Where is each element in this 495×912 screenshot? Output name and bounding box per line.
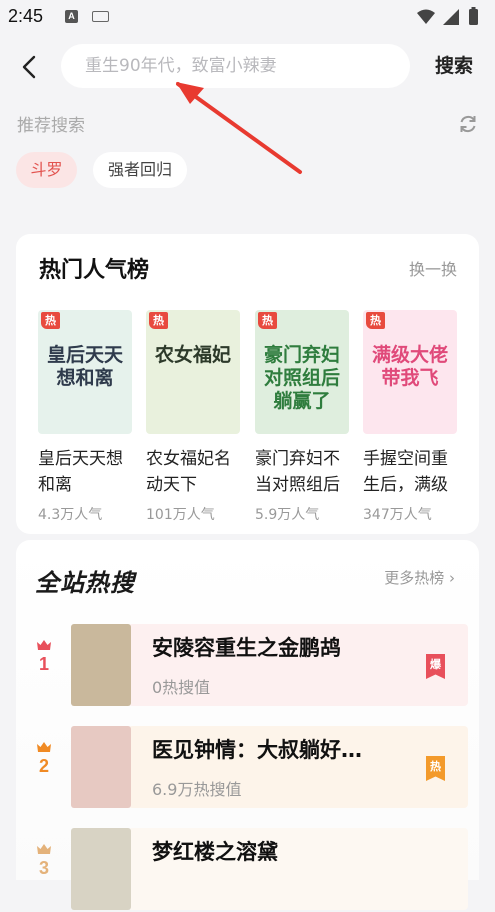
rank-row[interactable]: 2 医见钟情：大叔躺好… 6.9万热搜值 热	[16, 726, 479, 810]
hot-tag: 热	[258, 312, 277, 329]
rank-book-name: 医见钟情：大叔躺好…	[152, 738, 362, 762]
book-name: 豪门弃妇不当对照组后躺赢了	[255, 449, 340, 495]
more-rankings-link[interactable]: 更多热榜 ›	[384, 567, 455, 588]
rank-book-name: 梦红楼之溶黛	[152, 840, 278, 864]
cover-title: 满级大佬带我飞	[371, 344, 448, 389]
book-item[interactable]: 热 农女福妃 农女福妃名动天下 101万人气	[146, 310, 240, 524]
search-input[interactable]	[61, 44, 410, 88]
book-name: 手握空间重生后，满级大佬带我飞	[363, 449, 448, 495]
rank-number: 1	[38, 654, 49, 674]
book-popularity: 101万人气	[146, 507, 215, 523]
recommended-title: 推荐搜索	[17, 116, 85, 136]
rank-row[interactable]: 1 安陵容重生之金鹏鸪 0热搜值 爆	[16, 624, 479, 708]
search-header: 搜索	[0, 40, 495, 94]
book-item[interactable]: 热 豪门弃妇对照组后躺赢了 豪门弃妇不当对照组后躺赢了 5.9万人气	[255, 310, 349, 524]
rank-book-cover	[71, 726, 131, 808]
book-cover: 热 满级大佬带我飞	[363, 310, 457, 434]
hot-tag: 热	[366, 312, 385, 329]
book-cover: 热 农女福妃	[146, 310, 240, 434]
hot-tag: 热	[149, 312, 168, 329]
hot-tag: 热	[41, 312, 60, 329]
rank-heat-value: 6.9万热搜值	[152, 780, 242, 799]
popular-title: 热门人气榜	[39, 258, 150, 283]
refresh-icon[interactable]	[457, 113, 479, 135]
rank-book-name: 安陵容重生之金鹏鸪	[152, 636, 341, 660]
rank-heat-value: 0热搜值	[152, 678, 211, 697]
rank-number: 3	[38, 858, 49, 878]
book-item[interactable]: 热 皇后天天想和离 皇后天天想和离 4.3万人气	[38, 310, 132, 524]
search-box	[61, 44, 410, 88]
wifi-icon	[417, 9, 435, 24]
book-popularity: 347万人气	[363, 507, 432, 523]
book-cover: 热 皇后天天想和离	[38, 310, 132, 434]
cover-title: 农女福妃	[154, 344, 231, 366]
crown-icon	[37, 742, 51, 752]
rank-row[interactable]: 3 梦红楼之溶黛	[16, 828, 479, 912]
rank-book-cover	[71, 828, 131, 910]
rank-number: 2	[38, 756, 49, 776]
battery-icon	[469, 9, 478, 25]
status-indicators	[417, 7, 478, 25]
book-popularity: 5.9万人气	[255, 507, 320, 523]
app-notification-icon: A	[65, 10, 78, 23]
search-button[interactable]: 搜索	[425, 50, 483, 82]
search-chip[interactable]: 斗罗	[16, 152, 77, 188]
search-chip[interactable]: 强者回归	[93, 152, 187, 188]
refresh-list-button[interactable]: 换一换	[409, 256, 457, 280]
book-cover: 热 豪门弃妇对照组后躺赢了	[255, 310, 349, 434]
rank-book-cover	[71, 624, 131, 706]
status-time: 2:45	[8, 6, 44, 26]
keyboard-icon	[92, 11, 109, 22]
back-button[interactable]	[12, 50, 46, 84]
book-name: 皇后天天想和离	[38, 449, 123, 495]
signal-icon	[443, 9, 459, 25]
book-item[interactable]: 热 满级大佬带我飞 手握空间重生后，满级大佬带我飞 347万人气	[363, 310, 457, 524]
status-bar: 2:45 A	[0, 0, 495, 34]
hot-search-title: 全站热搜	[35, 569, 135, 597]
crown-icon	[37, 844, 51, 854]
book-popularity: 4.3万人气	[38, 507, 103, 523]
chevron-left-icon	[22, 55, 36, 79]
crown-icon	[37, 640, 51, 650]
popular-card: 热门人气榜 换一换 热 皇后天天想和离 皇后天天想和离 4.3万人气 热 农女福…	[16, 234, 479, 534]
cover-title: 皇后天天想和离	[46, 344, 123, 389]
cover-title: 豪门弃妇对照组后躺赢了	[263, 344, 340, 412]
book-name: 农女福妃名动天下	[146, 449, 231, 495]
hot-search-card: 全站热搜 更多热榜 › 1 安陵容重生之金鹏鸪 0热搜值 爆 2 医见钟情：大叔…	[16, 540, 479, 910]
